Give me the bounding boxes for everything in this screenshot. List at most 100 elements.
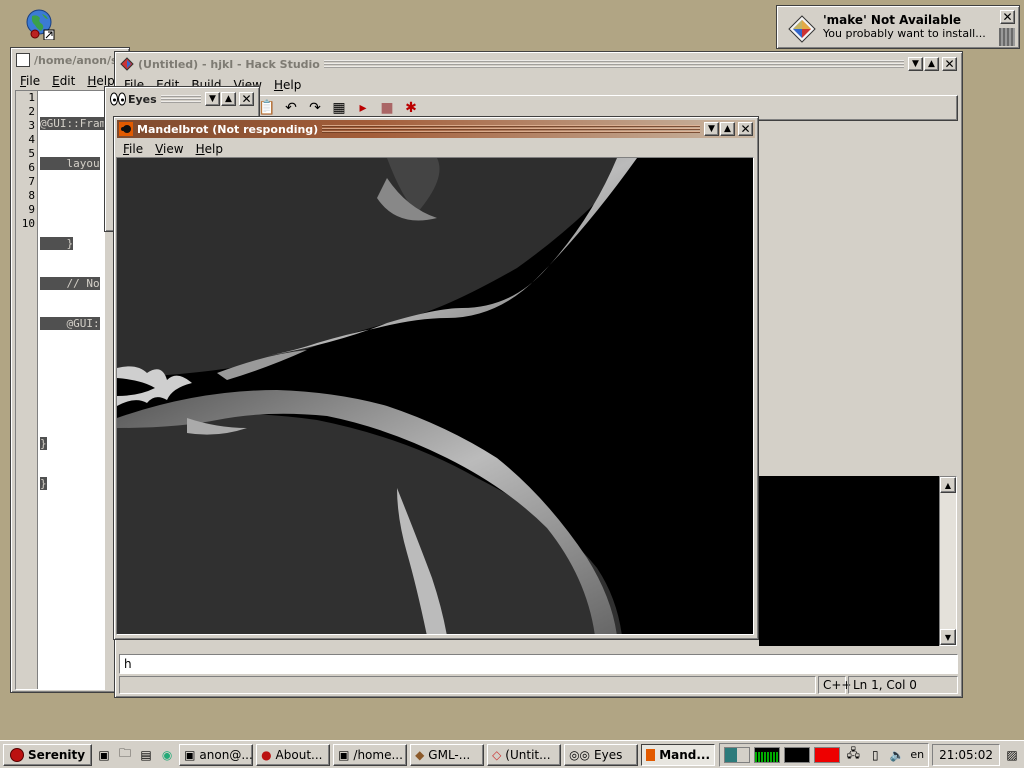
hackstudio-menu-help[interactable]: Help: [269, 78, 306, 92]
terminal-menu-file[interactable]: File: [15, 74, 45, 88]
serenity-icon: [10, 747, 24, 762]
start-label: Serenity: [28, 747, 86, 762]
terminal-icon[interactable]: ▣: [95, 746, 113, 764]
eyes-icon: ◎◎: [569, 747, 591, 762]
notification-progress: [999, 28, 1015, 46]
code-line: }: [40, 477, 47, 490]
mandelbrot-menubar: File View Help: [118, 140, 754, 158]
keyboard-layout[interactable]: en: [910, 748, 924, 761]
close-button[interactable]: ✕: [942, 57, 957, 71]
close-button[interactable]: ✕: [239, 92, 254, 106]
notification-title: 'make' Not Available: [823, 13, 962, 27]
system-tray: 🖧 ▯ 🔈 en: [719, 742, 930, 767]
task-button[interactable]: ◎◎ Eyes: [564, 743, 639, 766]
line-number: 4: [28, 133, 35, 146]
notification-close-button[interactable]: ✕: [1000, 10, 1015, 24]
console-output[interactable]: [759, 476, 939, 646]
mandelbrot-window[interactable]: Mandelbrot (Not responding) ▼ ▲ ✕ File V…: [113, 116, 759, 640]
mandelbrot-menu-help[interactable]: Help: [191, 142, 228, 156]
console-scrollbar[interactable]: ▲ ▼: [939, 476, 957, 646]
notifications-icon[interactable]: ▨: [1003, 746, 1021, 764]
mandelbrot-icon: [119, 122, 133, 136]
maximize-button[interactable]: ▲: [924, 57, 939, 71]
title-stripes: [323, 60, 904, 68]
title-stripes: [160, 95, 201, 103]
redo-icon[interactable]: ↷: [306, 99, 324, 117]
line-number: 2: [28, 105, 35, 118]
start-button[interactable]: Serenity: [3, 743, 93, 766]
task-button[interactable]: ◇ (Untit...: [487, 743, 562, 766]
run-icon[interactable]: ▸: [354, 99, 372, 117]
build-icon[interactable]: ▦: [330, 99, 348, 117]
minimize-button[interactable]: ▼: [704, 122, 719, 136]
mandelbrot-icon: [646, 748, 656, 761]
find-input[interactable]: h: [119, 654, 958, 674]
stop-icon[interactable]: ■: [378, 99, 396, 117]
task-button[interactable]: ▣ anon@...: [179, 743, 254, 766]
terminal-menu-edit[interactable]: Edit: [47, 74, 80, 88]
mandelbrot-menu-view[interactable]: View: [150, 142, 188, 156]
mandelbrot-menu-file[interactable]: File: [118, 142, 148, 156]
line-number: 9: [28, 203, 35, 216]
desktop-switcher-icon[interactable]: [724, 746, 751, 763]
scroll-up-button[interactable]: ▲: [940, 477, 956, 493]
hackstudio-icon: ◇: [492, 747, 502, 762]
code-line: @GUI:: [40, 317, 100, 330]
task-label: /home...: [353, 747, 403, 762]
line-number: 5: [28, 147, 35, 160]
terminal-icon: ▣: [338, 747, 350, 762]
task-button-active[interactable]: Mand...: [641, 743, 716, 766]
maximize-button[interactable]: ▲: [720, 122, 735, 136]
line-number: 3: [28, 119, 35, 132]
line-number: 1: [28, 91, 35, 104]
code-line: layou: [40, 157, 100, 170]
debug-icon[interactable]: ✱: [402, 99, 420, 117]
minimize-button[interactable]: ▼: [205, 92, 220, 106]
scroll-down-button[interactable]: ▼: [940, 629, 956, 645]
eyes-titlebar[interactable]: Eyes ▼ ▲ ✕: [108, 90, 256, 108]
network-icon[interactable]: 🖧: [844, 746, 862, 764]
folder-icon[interactable]: 🗀: [116, 746, 134, 764]
notification-toast[interactable]: 'make' Not Available You probably want t…: [776, 5, 1020, 49]
serenity-icon: ●: [261, 747, 272, 762]
text-editor-icon[interactable]: ▤: [137, 746, 155, 764]
task-label: (Untit...: [505, 747, 551, 762]
network-graph-icon[interactable]: [814, 746, 841, 763]
code-lines[interactable]: @GUI::Fram layou } // No @GUI: } }: [40, 91, 107, 517]
task-button[interactable]: ▣/home...: [333, 743, 408, 766]
browser-icon[interactable]: ◉: [158, 746, 176, 764]
task-label: GML-...: [428, 747, 471, 762]
paste-icon[interactable]: 📋: [258, 99, 276, 117]
task-button[interactable]: ◆ GML-...: [410, 743, 485, 766]
hackstudio-title: (Untitled) - hjkl - Hack Studio: [138, 57, 320, 71]
task-button[interactable]: ● About...: [256, 743, 331, 766]
globe-icon[interactable]: [24, 8, 56, 41]
mandelbrot-titlebar[interactable]: Mandelbrot (Not responding) ▼ ▲ ✕: [117, 120, 755, 138]
hackstudio-titlebar[interactable]: (Untitled) - hjkl - Hack Studio ▼ ▲ ✕: [118, 55, 959, 73]
mandelbrot-canvas[interactable]: [116, 157, 754, 635]
task-label: anon@...: [199, 747, 253, 762]
volume-icon[interactable]: 🔈: [888, 746, 906, 764]
line-number: 7: [28, 175, 35, 188]
line-number: 10: [21, 217, 35, 230]
line-number: 6: [28, 161, 35, 174]
eyes-icon: [110, 92, 126, 106]
clock[interactable]: 21:05:02: [932, 743, 1000, 766]
code-editor[interactable]: 1 2 3 4 5 6 7 8 9 10 @GUI::Fram layou } …: [15, 90, 107, 690]
memory-graph-icon[interactable]: [784, 746, 811, 763]
clipboard-icon[interactable]: ▯: [866, 746, 884, 764]
status-bar: C++ Ln 1, Col 0: [119, 676, 958, 694]
terminal-titlebar[interactable]: /home/anon/s: [14, 51, 126, 69]
cpu-graph-icon[interactable]: [754, 746, 781, 763]
task-label: About...: [275, 747, 323, 762]
line-number: 8: [28, 189, 35, 202]
line-number-gutter: 1 2 3 4 5 6 7 8 9 10: [16, 91, 38, 689]
task-label: Eyes: [594, 747, 623, 762]
eyes-title: Eyes: [128, 92, 157, 106]
maximize-button[interactable]: ▲: [221, 92, 236, 106]
terminal-icon: [16, 53, 30, 67]
taskbar: Serenity ▣ 🗀 ▤ ◉ ▣ anon@... ● About... ▣/h…: [0, 740, 1024, 768]
undo-icon[interactable]: ↶: [282, 99, 300, 117]
minimize-button[interactable]: ▼: [908, 57, 923, 71]
close-button[interactable]: ✕: [738, 122, 753, 136]
